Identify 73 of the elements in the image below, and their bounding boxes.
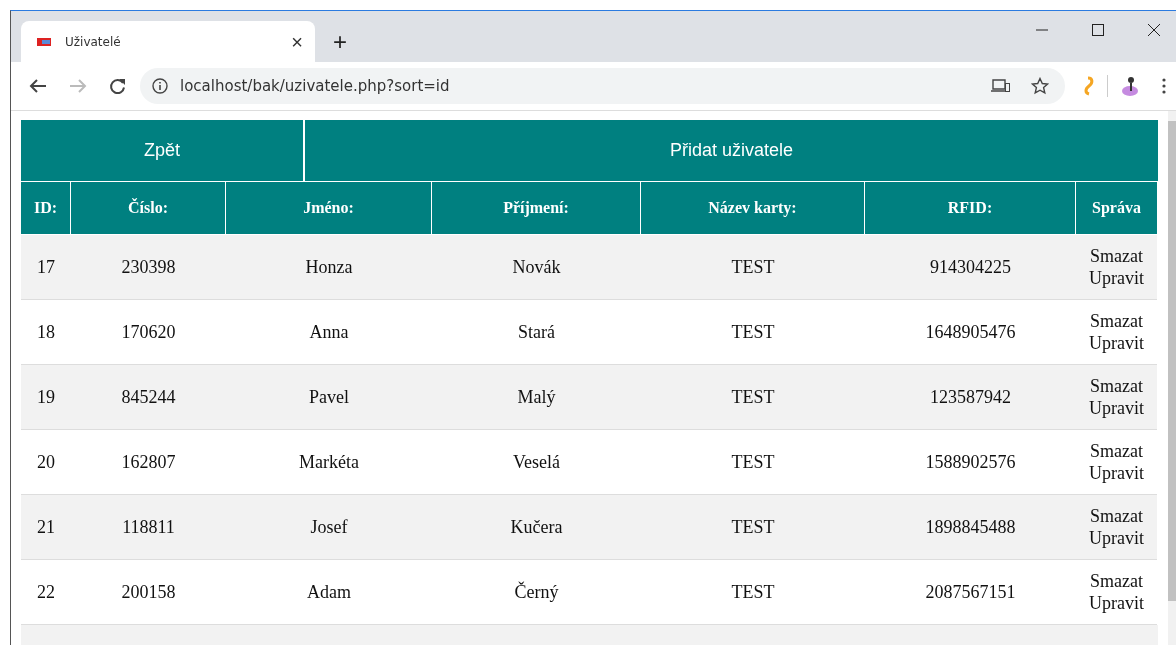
table-cell: 170620 bbox=[121, 321, 176, 343]
table-cell: 19 bbox=[37, 386, 55, 408]
edit-link[interactable]: Upravit bbox=[1089, 332, 1144, 354]
delete-link[interactable]: Smazat bbox=[1090, 505, 1143, 527]
table-cell: 20 bbox=[37, 451, 55, 473]
table-cell: 200158 bbox=[121, 581, 176, 603]
table-cell: 22 bbox=[37, 581, 55, 603]
table-cell: 17 bbox=[37, 256, 55, 278]
table-cell: TEST bbox=[731, 321, 775, 343]
info-icon bbox=[152, 78, 168, 94]
table-cell: TEST bbox=[731, 516, 775, 538]
table-cell: 1648905476 bbox=[925, 321, 1016, 343]
column-header[interactable]: Jméno: bbox=[226, 182, 432, 234]
column-header[interactable]: Název karty: bbox=[641, 182, 865, 234]
browser-tab[interactable]: Uživatelé × bbox=[21, 21, 315, 62]
table-cell: 18 bbox=[37, 321, 55, 343]
table-cell: TEST bbox=[731, 581, 775, 603]
table-cell: TEST bbox=[731, 386, 775, 408]
table-cell: Anna bbox=[309, 321, 349, 343]
edit-link[interactable]: Upravit bbox=[1089, 397, 1144, 419]
table-cell: Stará bbox=[518, 321, 555, 343]
table-cell: Josef bbox=[310, 516, 348, 538]
tab-title: Uživatelé bbox=[65, 34, 122, 49]
table-cell: 21 bbox=[37, 516, 55, 538]
edit-link[interactable]: Upravit bbox=[1089, 267, 1144, 289]
table-cell: Adam bbox=[307, 581, 351, 603]
favicon-icon bbox=[37, 37, 51, 46]
column-header[interactable]: ID: bbox=[21, 182, 71, 234]
star-icon[interactable] bbox=[1031, 77, 1049, 95]
url-text: localhost/bak/uzivatele.php?sort=id bbox=[180, 77, 450, 95]
delete-link[interactable]: Smazat bbox=[1090, 375, 1143, 397]
close-icon[interactable] bbox=[1148, 24, 1160, 36]
back-arrow-icon[interactable] bbox=[29, 78, 47, 94]
delete-link[interactable]: Smazat bbox=[1090, 310, 1143, 332]
table-cell: 230398 bbox=[121, 256, 176, 278]
table-cell: TEST bbox=[731, 451, 775, 473]
delete-link[interactable]: Smazat bbox=[1090, 570, 1143, 592]
table-cell: Novák bbox=[512, 256, 561, 278]
delete-link[interactable]: Smazat bbox=[1090, 245, 1143, 267]
table-cell: TEST bbox=[731, 256, 775, 278]
table-cell: 845244 bbox=[121, 386, 176, 408]
column-header[interactable]: Číslo: bbox=[71, 182, 226, 234]
table-cell: Malý bbox=[517, 386, 556, 408]
delete-link[interactable]: Smazat bbox=[1090, 440, 1143, 462]
edit-link[interactable]: Upravit bbox=[1089, 527, 1144, 549]
table-cell: 1898845488 bbox=[925, 516, 1016, 538]
table-cell: Honza bbox=[305, 256, 353, 278]
edit-link[interactable]: Upravit bbox=[1089, 592, 1144, 614]
table-cell: Markéta bbox=[299, 451, 359, 473]
table-cell: 123587942 bbox=[930, 386, 1011, 408]
back-button[interactable]: Zpět bbox=[21, 120, 303, 181]
column-header[interactable]: RFID: bbox=[865, 182, 1076, 234]
edit-link[interactable]: Upravit bbox=[1089, 462, 1144, 484]
avatar-icon[interactable] bbox=[1120, 74, 1140, 98]
table-cell: Černý bbox=[514, 581, 559, 603]
table-cell: Pavel bbox=[309, 386, 349, 408]
table-cell: 162807 bbox=[121, 451, 176, 473]
column-header[interactable]: Správa bbox=[1076, 182, 1157, 234]
column-header[interactable]: Příjmení: bbox=[432, 182, 641, 234]
maximize-icon[interactable] bbox=[1092, 24, 1104, 36]
table-cell: 118811 bbox=[122, 516, 175, 538]
new-tab-button[interactable]: + bbox=[333, 30, 347, 54]
add-user-button[interactable]: Přidat uživatele bbox=[305, 120, 1158, 181]
devices-icon[interactable] bbox=[991, 79, 1011, 93]
tab-close-button[interactable]: × bbox=[291, 31, 303, 52]
reload-icon[interactable] bbox=[109, 77, 126, 95]
address-bar[interactable]: localhost/bak/uzivatele.php?sort=id bbox=[140, 68, 1065, 104]
table-cell: Veselá bbox=[513, 451, 560, 473]
menu-icon[interactable] bbox=[1162, 78, 1166, 94]
table-cell: 1588902576 bbox=[925, 451, 1016, 473]
table-cell: Kučera bbox=[510, 516, 563, 538]
table-cell: 914304225 bbox=[930, 256, 1011, 278]
table-cell: 2087567151 bbox=[925, 581, 1016, 603]
